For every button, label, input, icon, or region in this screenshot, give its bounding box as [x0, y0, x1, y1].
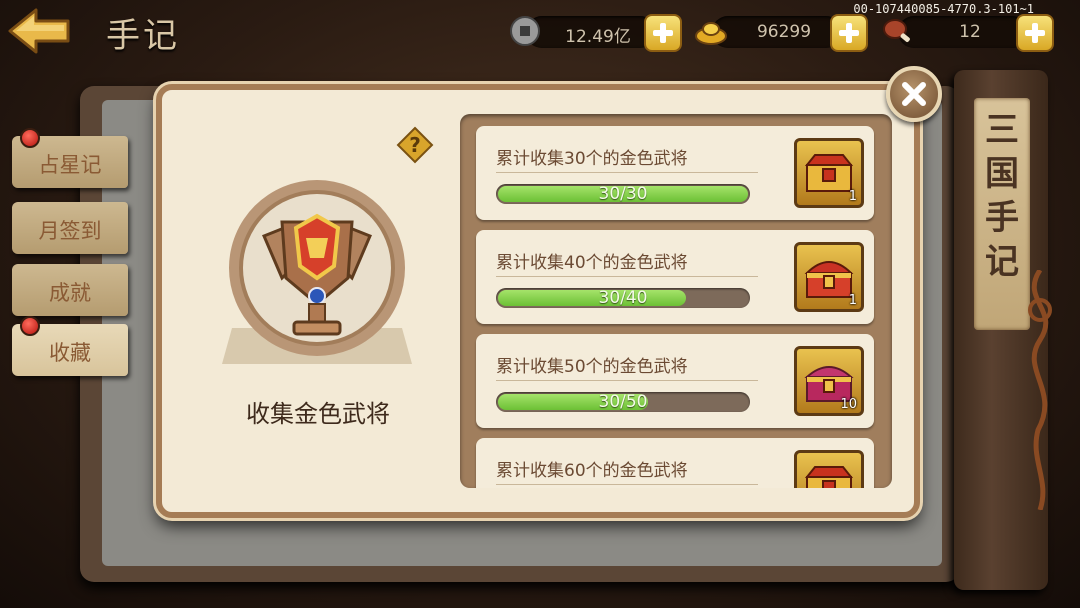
task-description: 累计收集50个的金色武将 — [496, 357, 688, 377]
red-notification-dot — [20, 128, 40, 148]
list-item: 累计收集40个的金色武将 30/40 1 — [476, 230, 874, 324]
help-button[interactable]: ? — [396, 126, 434, 164]
sidebar-item-label: 月签到 — [38, 219, 102, 243]
sidebar-item-label: 占星记 — [38, 153, 102, 177]
trophy-icon — [222, 180, 412, 364]
add-coin-button[interactable] — [644, 14, 682, 52]
divider — [496, 380, 758, 381]
plus-icon — [653, 23, 673, 43]
plus-icon — [1025, 23, 1045, 43]
close-icon — [902, 82, 926, 106]
progress-text: 30/40 — [598, 288, 648, 308]
reward-count: 10 — [840, 397, 857, 412]
back-arrow-icon — [8, 8, 70, 54]
back-arrow-button[interactable] — [6, 6, 72, 56]
reward-count: 1 — [848, 293, 857, 308]
reward-chest-button[interactable]: 10 — [794, 346, 864, 416]
meat-stamina-icon — [880, 14, 914, 48]
divider — [496, 276, 758, 277]
task-description: 累计收集40个的金色武将 — [496, 253, 688, 273]
spine-title: 三国 手记 — [985, 110, 1019, 282]
progress-text: 30/50 — [598, 392, 648, 412]
golden-chest-icon — [804, 466, 854, 488]
add-gold-button[interactable] — [830, 14, 868, 52]
sidebar-item-monthly-signin[interactable]: 月签到 — [12, 202, 128, 254]
progress-bar: 30/50 — [496, 392, 750, 412]
progress-bar: 30/30 — [496, 184, 750, 204]
collection-task-list[interactable]: 累计收集30个的金色武将 30/30 1 累计收集40个的金色武将 30/40 — [460, 114, 892, 488]
gold-general-trophy-medal — [222, 178, 412, 368]
red-notification-dot — [20, 316, 40, 336]
coin-icon — [508, 14, 542, 48]
stamina-value: 12 — [959, 22, 981, 42]
progress-bar: 30/40 — [496, 288, 750, 308]
reward-chest-button[interactable] — [794, 450, 864, 488]
rope-decoration — [1028, 270, 1052, 510]
divider — [496, 172, 758, 173]
list-item: 累计收集60个的金色武将 — [476, 438, 874, 488]
gold-ingot-icon — [694, 14, 728, 48]
close-button[interactable] — [886, 66, 942, 122]
progress-text: 30/30 — [598, 184, 648, 204]
plus-icon — [839, 23, 859, 43]
sidebar-item-astrology[interactable]: 占星记 — [12, 128, 128, 188]
question-mark-icon: ? — [396, 126, 434, 164]
svg-text:?: ? — [409, 133, 421, 157]
add-stamina-button[interactable] — [1016, 14, 1054, 52]
sidebar-item-collection[interactable]: 收藏 — [12, 316, 128, 376]
page-title: 手记 — [106, 16, 180, 56]
stamina-resource: 12 — [880, 14, 1058, 52]
gold-ingot-value: 96299 — [756, 22, 812, 42]
task-description: 累计收集60个的金色武将 — [496, 461, 688, 481]
medal-title: 收集金色武将 — [246, 400, 390, 428]
reward-count: 1 — [848, 189, 857, 204]
coin-value: 12.49亿 — [565, 27, 631, 47]
coin-resource: 12.49亿 — [508, 14, 686, 52]
list-item: 累计收集50个的金色武将 30/50 10 — [476, 334, 874, 428]
sidebar-item-label: 成就 — [49, 281, 91, 305]
reward-chest-button[interactable]: 1 — [794, 242, 864, 312]
sidebar-item-achievements[interactable]: 成就 — [12, 264, 128, 316]
gold-ingot-resource: 96299 — [694, 14, 872, 52]
reward-chest-button[interactable]: 1 — [794, 138, 864, 208]
list-item: 累计收集30个的金色武将 30/30 1 — [476, 126, 874, 220]
sidebar-item-label: 收藏 — [49, 341, 91, 365]
divider — [496, 484, 758, 485]
task-description: 累计收集30个的金色武将 — [496, 149, 688, 169]
